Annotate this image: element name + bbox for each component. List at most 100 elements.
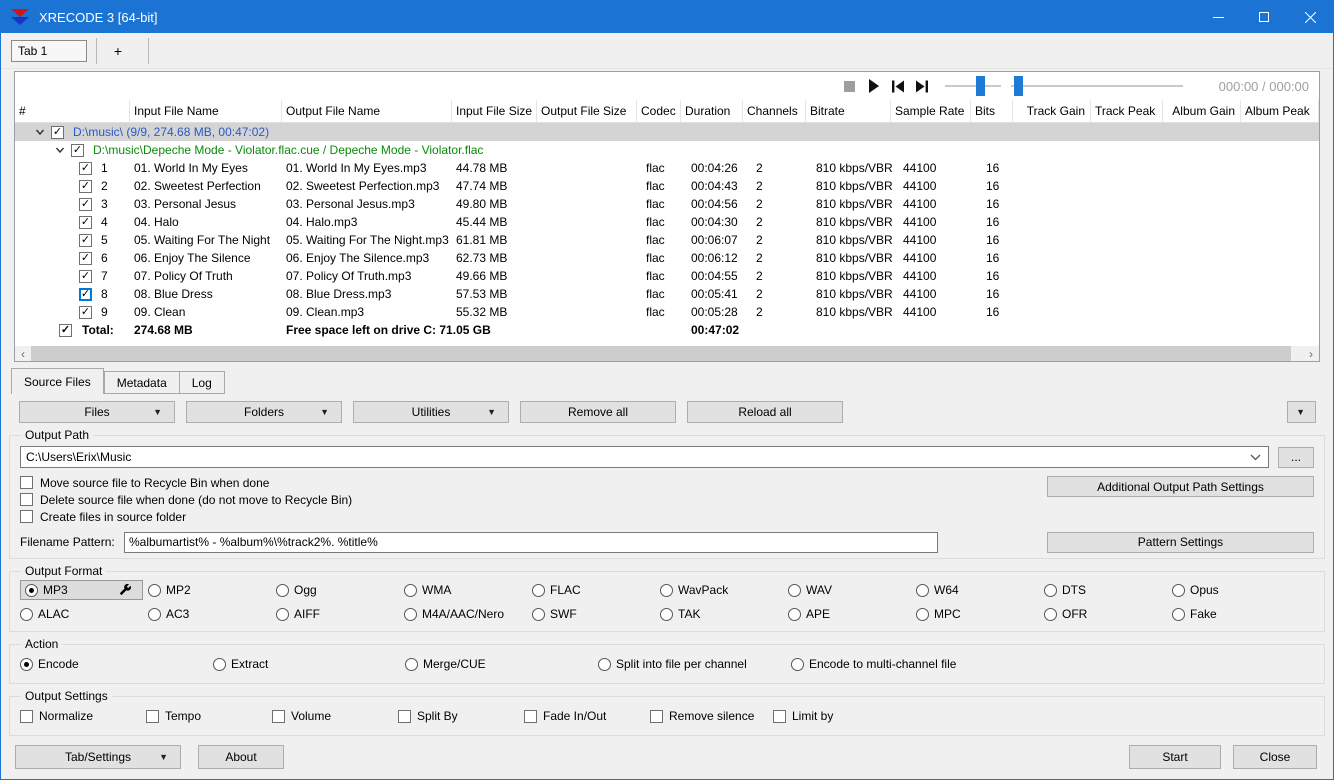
start-button[interactable]: Start bbox=[1129, 745, 1221, 769]
column-header-input-file-name[interactable]: Input File Name bbox=[130, 100, 282, 122]
format-radio-tak[interactable] bbox=[660, 607, 673, 621]
format-radio-flac[interactable] bbox=[532, 583, 545, 597]
format-option-alac[interactable]: ALAC bbox=[20, 602, 148, 626]
column-header-bits[interactable]: Bits bbox=[971, 100, 1013, 122]
setting-option-split-by[interactable]: Split By bbox=[398, 703, 524, 729]
format-radio-ogg[interactable] bbox=[276, 583, 289, 597]
track-checkbox[interactable] bbox=[79, 287, 92, 301]
format-radio-wav[interactable] bbox=[788, 583, 801, 597]
action-option-split-into-file-per-channel[interactable]: Split into file per channel bbox=[598, 651, 791, 677]
column-header-output-file-name[interactable]: Output File Name bbox=[282, 100, 452, 122]
action-radio-encode[interactable] bbox=[20, 657, 33, 671]
about-button[interactable]: About bbox=[198, 745, 284, 769]
filename-pattern-input[interactable] bbox=[124, 531, 938, 553]
files-dropdown-button[interactable]: Files ▼ bbox=[19, 401, 175, 423]
tab-source-files[interactable]: Source Files bbox=[11, 368, 104, 394]
cue-file-checkbox[interactable] bbox=[71, 143, 84, 157]
setting-checkbox-volume[interactable] bbox=[272, 709, 285, 723]
format-option-ogg[interactable]: Ogg bbox=[276, 578, 404, 602]
table-row-track-6[interactable]: 6 06. Enjoy The Silence 06. Enjoy The Sile… bbox=[15, 249, 1319, 267]
action-radio-merge-cue[interactable] bbox=[405, 657, 418, 671]
column-header-track-gain[interactable]: Track Gain bbox=[1013, 100, 1091, 122]
setting-option-limit-by[interactable]: Limit by bbox=[773, 703, 1314, 729]
format-option-mp2[interactable]: MP2 bbox=[148, 578, 276, 602]
minimize-button[interactable] bbox=[1195, 1, 1241, 33]
selected-format-box[interactable]: MP3 bbox=[20, 580, 143, 600]
format-radio-wavpack[interactable] bbox=[660, 583, 673, 597]
format-radio-mpc[interactable] bbox=[916, 607, 929, 621]
tab-settings-dropdown-button[interactable]: Tab/Settings ▼ bbox=[15, 745, 181, 769]
volume-slider-thumb[interactable] bbox=[976, 76, 986, 96]
column-header-track-peak[interactable]: Track Peak bbox=[1091, 100, 1163, 122]
action-radio-encode-to-multi-channel-file[interactable] bbox=[791, 657, 804, 671]
format-radio-ape[interactable] bbox=[788, 607, 801, 621]
chevron-down-icon[interactable] bbox=[55, 145, 65, 155]
setting-option-remove-silence[interactable]: Remove silence bbox=[650, 703, 773, 729]
format-radio-dts[interactable] bbox=[1044, 583, 1057, 597]
close-dialog-button[interactable]: Close bbox=[1233, 745, 1317, 769]
format-radio-m4a-aac-nero[interactable] bbox=[404, 607, 417, 621]
action-radio-split-into-file-per-channel[interactable] bbox=[598, 657, 611, 671]
browse-button[interactable]: ... bbox=[1278, 446, 1314, 468]
track-checkbox[interactable] bbox=[79, 251, 92, 265]
next-track-icon[interactable] bbox=[915, 79, 929, 93]
format-option-tak[interactable]: TAK bbox=[660, 602, 788, 626]
create-in-source-checkbox[interactable] bbox=[20, 510, 33, 523]
table-row-track-3[interactable]: 3 03. Personal Jesus 03. Personal Jesus.mp… bbox=[15, 195, 1319, 213]
chevron-down-icon[interactable] bbox=[35, 127, 45, 137]
table-row-track-8[interactable]: 8 08. Blue Dress 08. Blue Dress.mp3 57.53 M… bbox=[15, 285, 1319, 303]
setting-option-normalize[interactable]: Normalize bbox=[20, 703, 146, 729]
recycle-bin-checkbox[interactable] bbox=[20, 476, 33, 489]
tab-metadata[interactable]: Metadata bbox=[103, 371, 180, 394]
column-header-num[interactable]: # bbox=[15, 100, 130, 122]
column-header-channels[interactable]: Channels bbox=[743, 100, 806, 122]
format-option-mpc[interactable]: MPC bbox=[916, 602, 1044, 626]
column-header-duration[interactable]: Duration bbox=[681, 100, 743, 122]
table-row-cue-file[interactable]: D:\music\Depeche Mode - Violator.flac.cu… bbox=[15, 141, 1319, 159]
format-radio-aiff[interactable] bbox=[276, 607, 289, 621]
column-header-bitrate[interactable]: Bitrate bbox=[806, 100, 891, 122]
table-row-track-1[interactable]: 1 01. World In My Eyes 01. World In My Eye… bbox=[15, 159, 1319, 177]
more-options-dropdown-button[interactable]: ▼ bbox=[1287, 401, 1316, 423]
format-option-m4a-aac-nero[interactable]: M4A/AAC/Nero bbox=[404, 602, 532, 626]
track-checkbox[interactable] bbox=[79, 305, 92, 319]
format-radio-mp2[interactable] bbox=[148, 583, 161, 597]
action-option-encode[interactable]: Encode bbox=[20, 651, 213, 677]
format-radio-swf[interactable] bbox=[532, 607, 545, 621]
column-header-album-peak[interactable]: Album Peak bbox=[1241, 100, 1319, 122]
output-path-combobox[interactable]: C:\Users\Erix\Music bbox=[20, 446, 1269, 468]
scroll-right-icon[interactable]: › bbox=[1303, 346, 1319, 361]
column-header-album-gain[interactable]: Album Gain bbox=[1163, 100, 1241, 122]
table-row-track-2[interactable]: 2 02. Sweetest Perfection 02. Sweetest Per… bbox=[15, 177, 1319, 195]
setting-checkbox-limit-by[interactable] bbox=[773, 709, 786, 723]
format-option-wav[interactable]: WAV bbox=[788, 578, 916, 602]
maximize-button[interactable] bbox=[1241, 1, 1287, 33]
remove-all-button[interactable]: Remove all bbox=[520, 401, 676, 423]
tab-name-input[interactable]: Tab 1 bbox=[11, 39, 87, 62]
stop-icon[interactable] bbox=[843, 79, 857, 93]
total-checkbox[interactable] bbox=[59, 323, 72, 337]
action-option-encode-to-multi-channel-file[interactable]: Encode to multi-channel file bbox=[791, 651, 1314, 677]
setting-checkbox-remove-silence[interactable] bbox=[650, 709, 663, 723]
format-radio-wma[interactable] bbox=[404, 583, 417, 597]
track-checkbox[interactable] bbox=[79, 215, 92, 229]
format-radio-mp3[interactable] bbox=[25, 583, 38, 597]
column-header-input-file-size[interactable]: Input File Size bbox=[452, 100, 537, 122]
format-radio-w64[interactable] bbox=[916, 583, 929, 597]
scrollbar-thumb[interactable] bbox=[31, 346, 1291, 361]
setting-option-fade-in-out[interactable]: Fade In/Out bbox=[524, 703, 650, 729]
action-option-merge-cue[interactable]: Merge/CUE bbox=[405, 651, 598, 677]
track-checkbox[interactable] bbox=[79, 233, 92, 247]
horizontal-scrollbar[interactable]: ‹ › bbox=[15, 346, 1319, 361]
track-checkbox[interactable] bbox=[79, 197, 92, 211]
seek-slider[interactable] bbox=[1010, 76, 1183, 96]
format-radio-ofr[interactable] bbox=[1044, 607, 1057, 621]
format-option-w64[interactable]: W64 bbox=[916, 578, 1044, 602]
table-row-root-folder[interactable]: D:\music\ (9/9, 274.68 MB, 00:47:02) bbox=[15, 123, 1319, 141]
root-folder-checkbox[interactable] bbox=[51, 125, 64, 139]
format-radio-opus[interactable] bbox=[1172, 583, 1185, 597]
format-option-dts[interactable]: DTS bbox=[1044, 578, 1172, 602]
folders-dropdown-button[interactable]: Folders ▼ bbox=[186, 401, 342, 423]
create-in-source-option[interactable]: Create files in source folder bbox=[20, 508, 1314, 525]
action-option-extract[interactable]: Extract bbox=[213, 651, 405, 677]
